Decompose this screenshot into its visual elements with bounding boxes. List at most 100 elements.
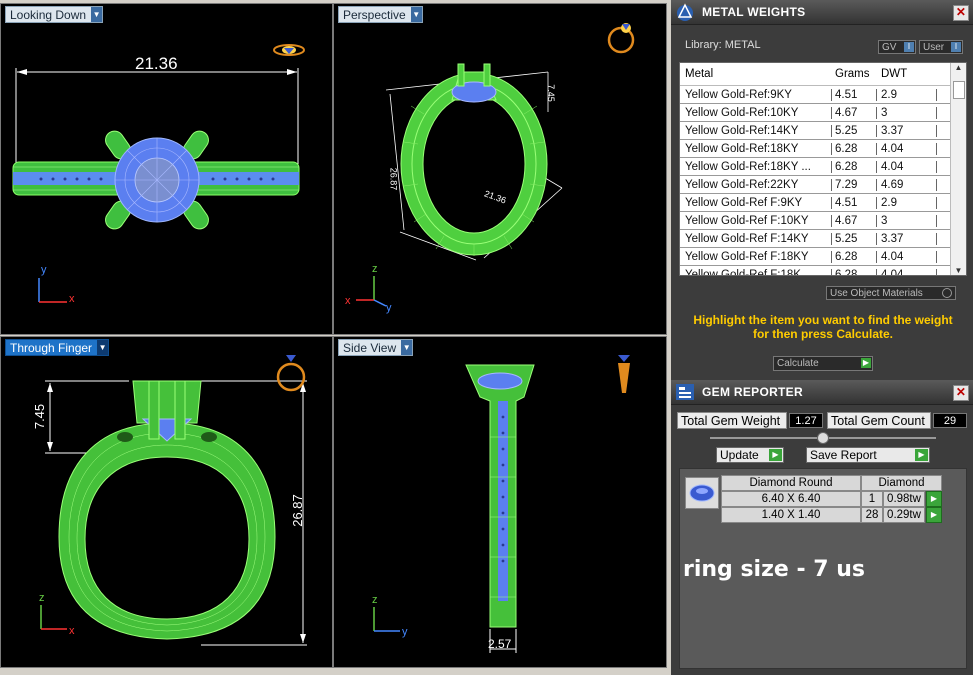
save-report-button[interactable]: Save Report ▶	[806, 447, 930, 463]
table-row[interactable]: Yellow Gold-Ref F:18K... 6.28 4.04	[680, 266, 966, 275]
dimension-band-width: 2.57	[488, 637, 512, 651]
col-grams[interactable]: Grams	[832, 68, 877, 80]
gem-row-detail-button[interactable]: ▶	[926, 507, 942, 523]
metal-name-cell: Yellow Gold-Ref:10KY	[680, 106, 832, 119]
view-cube-ring-icon	[618, 355, 630, 393]
dwt-cell: 3.37	[877, 124, 937, 137]
dwt-cell: 4.04	[877, 142, 937, 155]
axis-label-x: x	[69, 625, 75, 637]
metal-table-scrollbar[interactable]: ▲ ▼	[950, 63, 966, 275]
gem-size-cell: 6.40 X 6.40	[721, 491, 861, 507]
scroll-thumb[interactable]	[953, 81, 965, 99]
dwt-cell: 4.04	[877, 250, 937, 263]
table-row[interactable]: Yellow Gold-Ref F:10KY 4.67 3	[680, 212, 966, 230]
grams-cell: 6.28	[832, 160, 877, 173]
gv-toggle[interactable]: GV I	[878, 40, 916, 54]
table-row[interactable]: Yellow Gold-Ref:22KY 7.29 4.69	[680, 176, 966, 194]
play-arrow-icon: ▶	[861, 358, 871, 368]
ring-size-note: ring size - 7 us	[683, 557, 865, 582]
viewport-through-finger[interactable]: Through Finger ▼ z x 7.45 26.87	[0, 336, 333, 668]
grams-cell: 5.25	[832, 124, 877, 137]
axis-label-y: y	[402, 626, 408, 638]
play-arrow-icon: ▶	[915, 449, 928, 461]
view-cube-ring-icon	[273, 44, 305, 56]
calculate-label: Calculate	[777, 358, 819, 369]
gem-weight-cell: 0.98tw	[883, 491, 925, 507]
metal-name-cell: Yellow Gold-Ref F:9KY	[680, 196, 832, 209]
grams-cell: 4.67	[832, 214, 877, 227]
metal-name-cell: Yellow Gold-Ref:22KY	[680, 178, 832, 191]
col-dwt[interactable]: DWT	[877, 68, 937, 80]
dwt-cell: 3	[877, 214, 937, 227]
table-row[interactable]: Yellow Gold-Ref:10KY 4.67 3	[680, 104, 966, 122]
metal-table-header: Metal Grams DWT	[680, 63, 966, 86]
table-row[interactable]: Yellow Gold-Ref F:9KY 4.51 2.9	[680, 194, 966, 212]
axis-label-x: x	[345, 295, 351, 307]
use-object-materials-label: Use Object Materials	[830, 287, 923, 299]
slider-thumb[interactable]	[817, 432, 829, 444]
panel-title: GEM REPORTER	[702, 385, 803, 399]
axis-label-z: z	[372, 263, 378, 275]
update-label: Update	[720, 448, 759, 462]
dwt-cell: 4.04	[877, 268, 937, 275]
col-metal[interactable]: Metal	[680, 68, 832, 80]
table-row[interactable]: Yellow Gold-Ref:9KY 4.51 2.9	[680, 86, 966, 104]
axis-label-z: z	[372, 594, 378, 606]
grams-cell: 4.67	[832, 106, 877, 119]
total-gem-count-value: 29	[933, 413, 967, 428]
metal-instruction: Highlight the item you want to find the …	[693, 313, 953, 341]
dimension-height-total: 26.87	[388, 167, 399, 191]
table-row[interactable]: Yellow Gold-Ref F:14KY 5.25 3.37	[680, 230, 966, 248]
viewport-perspective[interactable]: Perspective ▼ z x y 7.45 26.87 21.36	[333, 3, 667, 335]
grams-cell: 5.25	[832, 232, 877, 245]
save-report-label: Save Report	[810, 448, 877, 462]
metal-name-cell: Yellow Gold-Ref F:18KY	[680, 250, 832, 263]
axis-label-z: z	[39, 592, 45, 604]
dimension-height-head: 7.45	[545, 84, 556, 102]
gem-weight-cell: 0.29tw	[883, 507, 925, 523]
gem-count-cell: 1	[861, 491, 883, 507]
total-gem-weight-label: Total Gem Weight	[677, 412, 787, 429]
metal-weights-logo-icon	[677, 3, 693, 21]
viewport-looking-down[interactable]: Looking Down ▼ y x 21.36	[0, 3, 333, 335]
table-row[interactable]: Yellow Gold-Ref:18KY 6.28 4.04	[680, 140, 966, 158]
user-label: User	[923, 41, 945, 53]
user-toggle[interactable]: User I	[919, 40, 963, 54]
metal-table[interactable]: Metal Grams DWT Yellow Gold-Ref:9KY 4.51 2…	[679, 62, 967, 276]
metal-weights-titlebar: METAL WEIGHTS ✕	[671, 0, 973, 25]
table-row[interactable]: Yellow Gold-Ref F:18KY 6.28 4.04	[680, 248, 966, 266]
table-row[interactable]: Yellow Gold-Ref:14KY 5.25 3.37	[680, 122, 966, 140]
metal-name-cell: Yellow Gold-Ref F:18K...	[680, 268, 832, 275]
dwt-cell: 4.69	[877, 178, 937, 191]
diamond-round-icon	[689, 484, 715, 502]
label-text: Total Gem Count	[831, 413, 925, 428]
size-slider[interactable]	[710, 432, 936, 444]
radio-icon	[942, 288, 952, 298]
scroll-up-icon[interactable]: ▲	[951, 63, 966, 72]
metal-name-cell: Yellow Gold-Ref:18KY ...	[680, 160, 832, 173]
calculate-button[interactable]: Calculate ▶	[773, 356, 873, 371]
ring-perspective-view: z x y	[345, 23, 635, 314]
gem-thumbnail[interactable]	[685, 477, 719, 509]
grams-cell: 7.29	[832, 178, 877, 191]
table-row[interactable]: Yellow Gold-Ref:18KY ... 6.28 4.04	[680, 158, 966, 176]
scroll-down-icon[interactable]: ▼	[951, 266, 966, 275]
label-text: Total Gem Weight	[681, 413, 781, 428]
dwt-cell: 3	[877, 106, 937, 119]
gem-row-detail-button[interactable]: ▶	[926, 491, 942, 507]
gem-size-cell: 1.40 X 1.40	[721, 507, 861, 523]
dimension-head-height: 7.45	[32, 403, 48, 430]
gem-reporter-titlebar: GEM REPORTER ✕	[671, 380, 973, 405]
metal-name-cell: Yellow Gold-Ref:14KY	[680, 124, 832, 137]
viewport-side-view[interactable]: Side View ▼ z y 2.57	[333, 336, 667, 668]
use-object-materials-toggle[interactable]: Use Object Materials	[826, 286, 956, 300]
close-icon[interactable]: ✕	[953, 5, 969, 21]
metal-name-cell: Yellow Gold-Ref:9KY	[680, 88, 832, 101]
grams-cell: 6.28	[832, 268, 877, 275]
dimension-width: 21.36	[135, 54, 178, 73]
close-icon[interactable]: ✕	[953, 385, 969, 401]
bottom-status-strip	[0, 668, 671, 675]
axis-label-y: y	[386, 302, 392, 314]
dwt-cell: 2.9	[877, 196, 937, 209]
update-button[interactable]: Update ▶	[716, 447, 784, 463]
